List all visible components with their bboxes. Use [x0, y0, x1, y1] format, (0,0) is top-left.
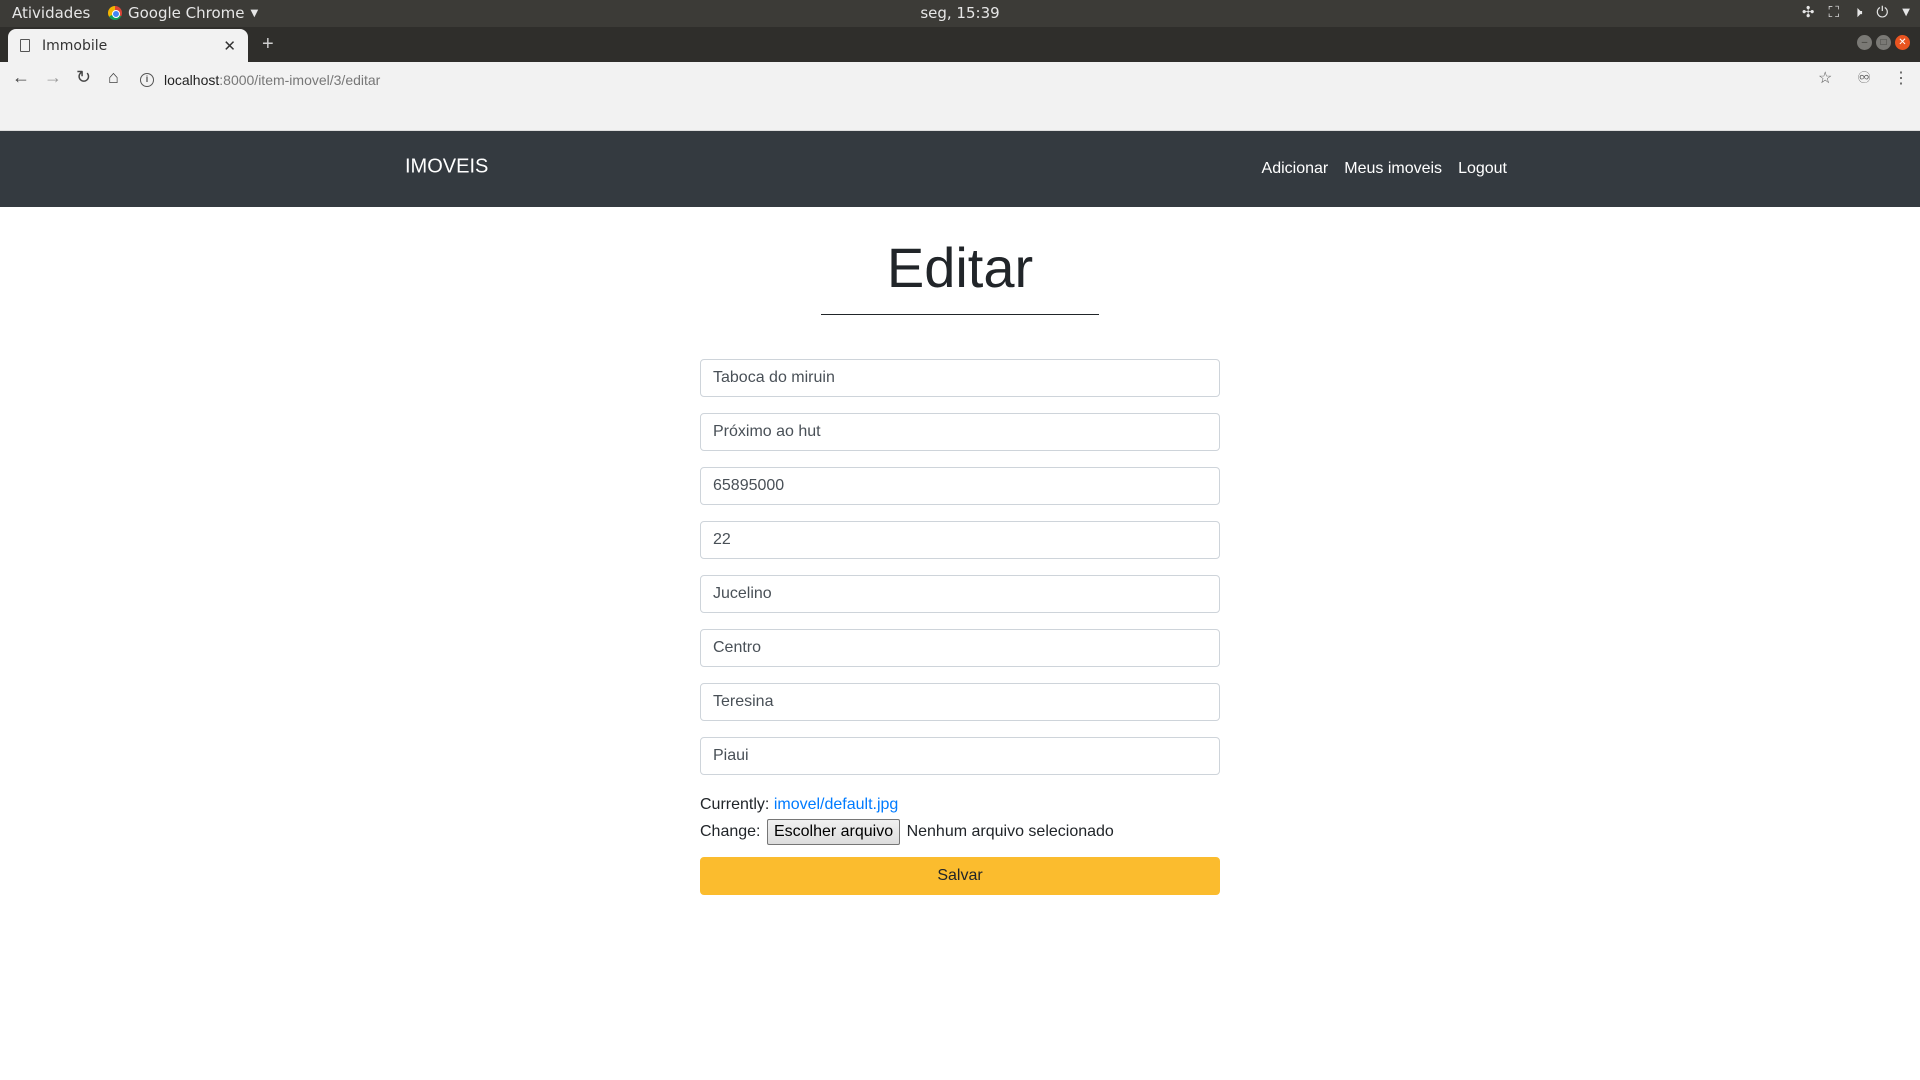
chevron-down-icon[interactable]: ▼	[1902, 7, 1910, 18]
close-tab-icon[interactable]: ✕	[223, 37, 236, 55]
nav-links: Adicionar Meus imoveis Logout	[1262, 160, 1507, 178]
page-title: Editar	[886, 236, 1034, 299]
bookmark-star-icon[interactable]: ☆	[1818, 68, 1832, 88]
choose-file-button[interactable]: Escolher arquivo	[766, 818, 901, 845]
tab-title: Immobile	[42, 37, 108, 54]
page-content: IMOVEIS Adicionar Meus imoveis Logout Ed…	[0, 131, 1920, 1080]
clock[interactable]: seg, 15:39	[0, 4, 1920, 22]
back-icon[interactable]: ←	[12, 67, 30, 88]
save-button[interactable]: Salvar	[700, 857, 1220, 895]
page-icon	[20, 39, 30, 52]
power-icon[interactable]: ⏻	[1876, 3, 1888, 21]
no-file-text: Nenhum arquivo selecionado	[906, 823, 1114, 840]
new-tab-button[interactable]: +	[262, 33, 274, 56]
current-file-link[interactable]: imovel/default.jpg	[774, 796, 899, 813]
field-2-input[interactable]	[700, 413, 1220, 451]
site-brand[interactable]: IMOVEIS	[405, 156, 488, 179]
nav-link-meus-imoveis[interactable]: Meus imoveis	[1344, 160, 1442, 178]
system-tray[interactable]: ✣ ⛶ 🕨 ⏻ ▼	[1802, 3, 1910, 21]
maximize-icon[interactable]: □	[1876, 35, 1891, 50]
minimize-icon[interactable]: –	[1857, 35, 1872, 50]
field-3-input[interactable]	[700, 467, 1220, 505]
site-navbar: IMOVEIS Adicionar Meus imoveis Logout	[0, 131, 1920, 207]
forward-icon[interactable]: →	[44, 67, 62, 88]
field-5-input[interactable]	[700, 575, 1220, 613]
menu-icon[interactable]: ⋮	[1893, 68, 1909, 88]
currently-label: Currently:	[700, 796, 770, 813]
field-1-input[interactable]	[700, 359, 1220, 397]
nav-link-adicionar[interactable]: Adicionar	[1262, 160, 1329, 178]
browser-tab[interactable]: Immobile ✕	[8, 29, 248, 62]
edit-form: Currently: imovel/default.jpg Change: Es…	[700, 359, 1220, 895]
browser-toolbar: ← → ↻ ⌂ i localhost:8000/item-imovel/3/e…	[0, 62, 1920, 98]
field-7-input[interactable]	[700, 683, 1220, 721]
network-icon[interactable]: ⛶	[1828, 3, 1839, 21]
incognito-icon[interactable]: ♾	[1857, 68, 1871, 88]
info-icon[interactable]: i	[140, 73, 154, 87]
reload-icon[interactable]: ↻	[76, 67, 91, 88]
address-bar[interactable]: i localhost:8000/item-imovel/3/editar	[140, 66, 1790, 94]
url-path: :8000/item-imovel/3/editar	[219, 72, 381, 88]
home-icon[interactable]: ⌂	[108, 67, 119, 88]
field-6-input[interactable]	[700, 629, 1220, 667]
current-file-row: Currently: imovel/default.jpg	[700, 791, 1220, 818]
close-window-icon[interactable]: ✕	[1895, 35, 1910, 50]
field-4-input[interactable]	[700, 521, 1220, 559]
window-controls: – □ ✕	[1857, 35, 1910, 50]
os-top-bar: Atividades Google Chrome ▼ seg, 15:39 ✣ …	[0, 0, 1920, 27]
tab-strip: Immobile ✕ + – □ ✕	[0, 27, 1920, 62]
change-file-row: Change: Escolher arquivo Nenhum arquivo …	[700, 818, 1220, 845]
title-divider	[821, 314, 1099, 315]
field-8-input[interactable]	[700, 737, 1220, 775]
url-host: localhost	[164, 72, 220, 88]
toolbar-spacer	[0, 98, 1920, 131]
nav-link-logout[interactable]: Logout	[1458, 160, 1507, 178]
volume-icon[interactable]: 🕨	[1853, 3, 1862, 21]
dropbox-icon[interactable]: ✣	[1802, 3, 1815, 21]
change-label: Change:	[700, 823, 761, 840]
